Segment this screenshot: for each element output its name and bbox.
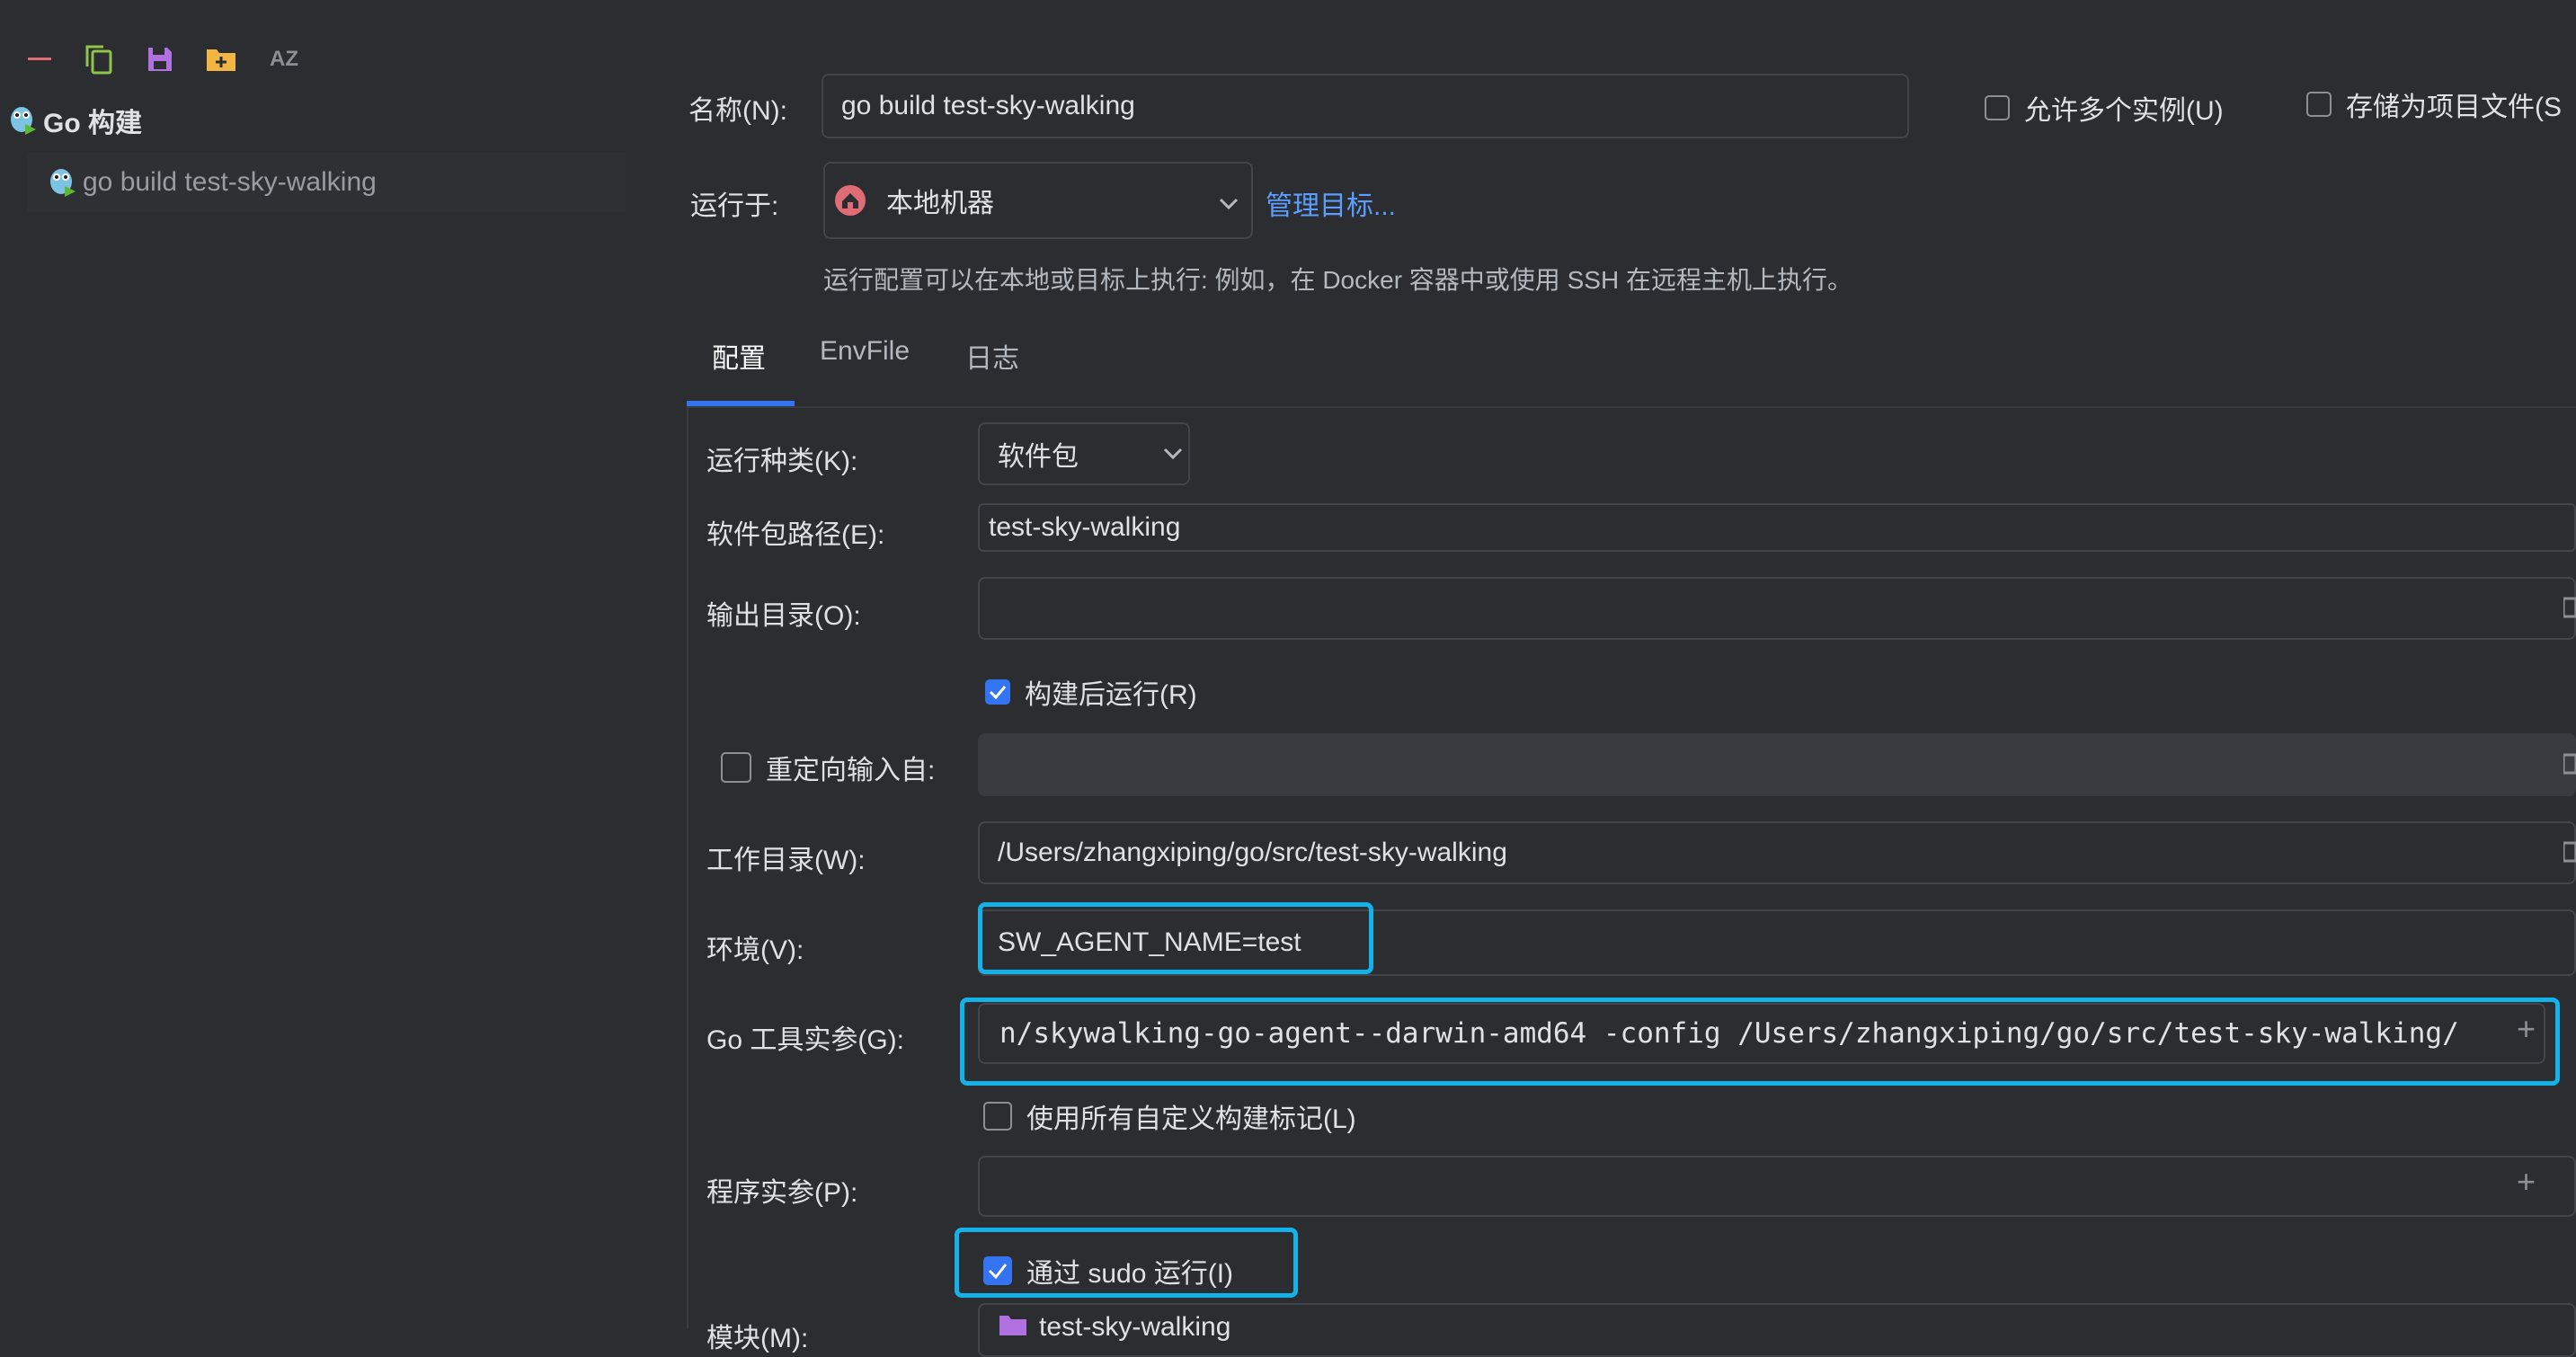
- run-after-build-checkbox[interactable]: 构建后运行(R): [985, 672, 1197, 712]
- run-after-build-label: 构建后运行(R): [1025, 680, 1197, 710]
- redirect-input-field: [978, 733, 2576, 796]
- env-highlight-box: [978, 902, 1373, 974]
- allow-multiple-label: 允许多个实例(U): [2024, 96, 2224, 126]
- program-args-label: 程序实参(P):: [706, 1178, 858, 1208]
- store-as-project-label: 存储为项目文件(S: [2346, 93, 2562, 122]
- module-select[interactable]: test-sky-walking: [978, 1303, 2576, 1357]
- tree-group-label: Go 构建: [43, 109, 142, 138]
- use-all-tags-label: 使用所有自定义构建标记(L): [1026, 1104, 1356, 1134]
- go-tool-args-label: Go 工具实参(G):: [706, 1025, 905, 1055]
- tree-item-config[interactable]: go build test-sky-walking: [27, 153, 626, 212]
- tab-envfile[interactable]: EnvFile: [820, 336, 910, 376]
- checkbox-box: [1985, 95, 2010, 120]
- sort-alphabetically-icon[interactable]: AZ: [266, 41, 302, 77]
- package-path-label: 软件包路径(E):: [706, 520, 885, 550]
- working-dir-input[interactable]: /Users/zhangxiping/go/src/test-sky-walki…: [978, 821, 2576, 884]
- env-label: 环境(V):: [706, 936, 804, 965]
- module-folder-icon: [998, 1312, 1028, 1344]
- run-on-value: 本地机器: [886, 189, 994, 218]
- remove-icon[interactable]: [22, 41, 58, 77]
- sudo-highlight-box: [955, 1228, 1298, 1298]
- redirect-input-checkbox[interactable]: 重定向输入自:: [721, 748, 935, 787]
- name-label: 名称(N):: [688, 96, 787, 126]
- chevron-down-icon: [1219, 187, 1239, 217]
- run-on-select[interactable]: 本地机器: [823, 162, 1253, 239]
- name-value: go build test-sky-walking: [841, 91, 1135, 120]
- expand-plus-icon[interactable]: +: [2517, 1163, 2536, 1201]
- checkmark-icon: [989, 686, 1007, 699]
- go-tool-args-highlight-box: [960, 998, 2560, 1086]
- run-kind-select[interactable]: 软件包: [978, 422, 1190, 485]
- copy-icon[interactable]: [81, 41, 117, 77]
- checkbox-box: [721, 752, 751, 783]
- tree-item-label: go build test-sky-walking: [83, 167, 377, 197]
- folder-browse-icon[interactable]: [2562, 841, 2576, 867]
- folder-browse-icon[interactable]: [2562, 753, 2576, 779]
- tab-config[interactable]: 配置: [712, 336, 766, 376]
- tree-group-go-build[interactable]: Go 构建: [7, 101, 142, 140]
- chevron-down-icon: [1163, 448, 1183, 465]
- name-input[interactable]: go build test-sky-walking: [822, 74, 1909, 138]
- package-path-value: test-sky-walking: [989, 512, 1181, 542]
- run-on-hint: 运行配置可以在本地或目标上执行: 例如，在 Docker 容器中或使用 SSH …: [823, 266, 1852, 294]
- gopher-run-icon: [47, 166, 77, 199]
- run-on-label: 运行于:: [690, 191, 779, 221]
- save-icon[interactable]: [142, 41, 178, 77]
- output-dir-input[interactable]: [978, 577, 2576, 640]
- new-folder-icon[interactable]: [203, 41, 239, 77]
- working-dir-value: /Users/zhangxiping/go/src/test-sky-walki…: [998, 838, 1507, 867]
- gopher-run-icon: [7, 104, 38, 137]
- allow-multiple-instances-checkbox[interactable]: 允许多个实例(U): [1985, 88, 2224, 128]
- module-label: 模块(M):: [706, 1324, 809, 1353]
- module-value: test-sky-walking: [1039, 1312, 1231, 1342]
- program-args-input[interactable]: [978, 1156, 2576, 1217]
- run-kind-label: 运行种类(K):: [706, 447, 858, 476]
- run-kind-value: 软件包: [998, 442, 1079, 472]
- checkbox-box: [2306, 92, 2332, 117]
- use-all-custom-build-tags-checkbox[interactable]: 使用所有自定义构建标记(L): [983, 1096, 1356, 1136]
- folder-browse-icon[interactable]: [2562, 597, 2576, 623]
- checkbox-box-checked: [985, 679, 1010, 705]
- sidebar: AZ Go 构建 go build test-sky-walking: [0, 0, 629, 1328]
- output-dir-label: 输出目录(O):: [706, 601, 861, 631]
- store-as-project-file-checkbox[interactable]: 存储为项目文件(S: [2306, 84, 2562, 124]
- working-dir-label: 工作目录(W):: [706, 846, 866, 875]
- manage-targets-link[interactable]: 管理目标...: [1266, 183, 1396, 223]
- package-path-input[interactable]: test-sky-walking: [978, 503, 2576, 552]
- redirect-input-label: 重定向输入自:: [766, 756, 936, 785]
- sort-label: AZ: [270, 47, 298, 71]
- checkbox-box: [983, 1102, 1012, 1131]
- tab-log[interactable]: 日志: [965, 336, 1019, 376]
- home-icon: [834, 184, 866, 217]
